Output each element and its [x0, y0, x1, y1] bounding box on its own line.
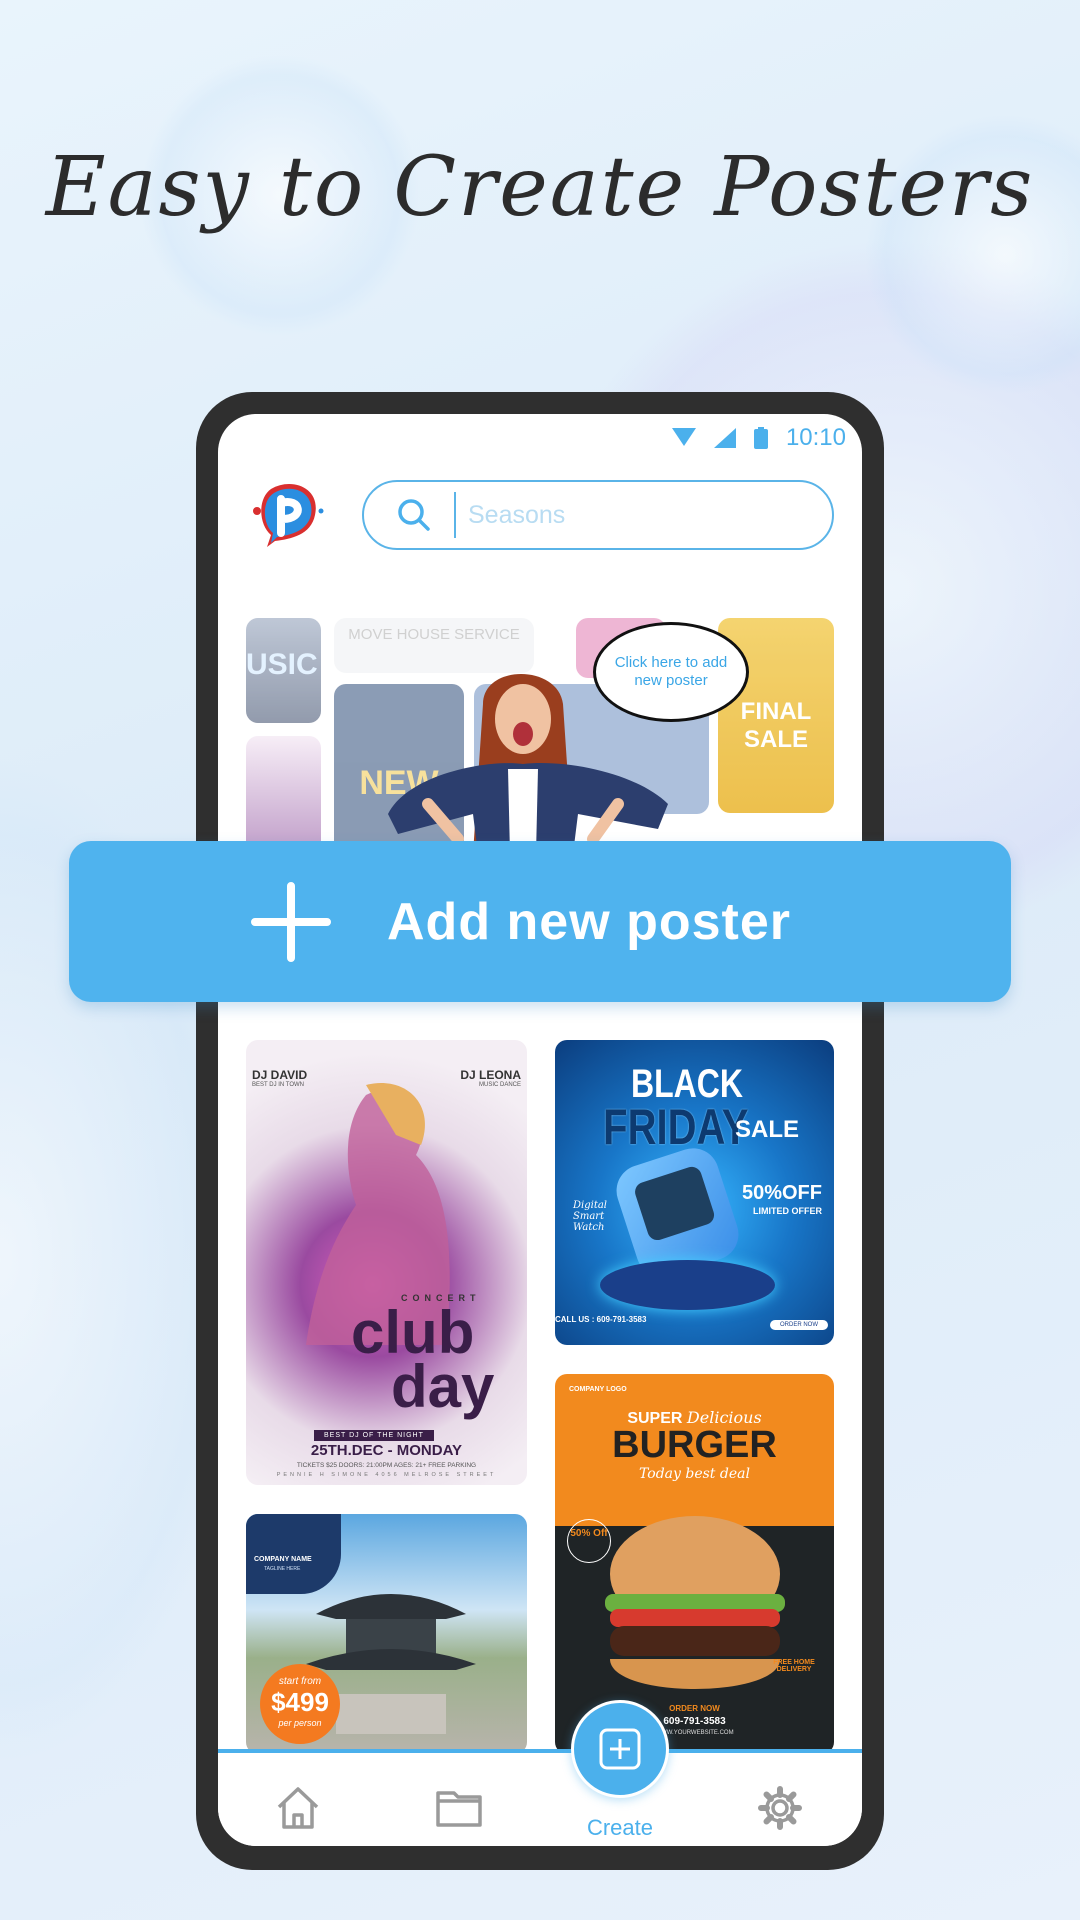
search-input[interactable]	[468, 500, 768, 530]
bf-line3: SALE	[735, 1116, 800, 1143]
bf-offer: LIMITED OFFER	[753, 1206, 822, 1216]
create-fab-button[interactable]	[571, 1700, 669, 1798]
plus-icon	[251, 881, 331, 962]
burger-badge: 50% Off	[567, 1519, 611, 1563]
headline: Easy to Create Posters	[45, 140, 1035, 235]
bf-discount: 50%OFF	[741, 1182, 822, 1204]
search-icon[interactable]	[396, 497, 432, 533]
club-date: 25TH.DEC - MONDAY	[310, 1442, 463, 1459]
travel-per: per person	[278, 1718, 322, 1728]
travel-price: $499	[271, 1687, 329, 1717]
bf-order-button: ORDER NOW	[770, 1320, 828, 1330]
bf-phone: CALL US : 609-791-3583	[555, 1315, 647, 1324]
burger-title: BURGER	[612, 1424, 777, 1466]
travel-brand-block	[246, 1514, 341, 1594]
burger-logo: COMPANY LOGO	[569, 1386, 627, 1393]
poster-burger[interactable]: COMPANY LOGO SUPER Delicious BURGER Toda…	[555, 1374, 834, 1754]
travel-company: COMPANY NAME	[254, 1556, 312, 1563]
bf-podium	[600, 1260, 775, 1310]
search-divider	[454, 492, 456, 538]
club-info: TICKETS $25 DOORS: 21:00PM AGES: 21+ FRE…	[296, 1462, 477, 1469]
battery-icon	[753, 427, 768, 449]
app-logo[interactable]	[251, 481, 325, 549]
wifi-icon	[671, 428, 696, 446]
club-tag: BEST DJ OF THE NIGHT	[314, 1430, 434, 1441]
travel-tagline: TAGLINE HERE	[264, 1566, 301, 1572]
home-icon[interactable]	[273, 1783, 323, 1833]
bf-line2: FRIDAY	[603, 1099, 749, 1155]
settings-gear-icon[interactable]	[755, 1783, 805, 1833]
add-new-poster-button[interactable]: Add new poster	[69, 841, 1011, 1002]
folder-icon[interactable]	[434, 1783, 484, 1833]
travel-start: start from	[278, 1676, 322, 1687]
burger-delivery: FREE HOME DELIVERY	[773, 1659, 815, 1673]
bottom-nav: Create	[218, 1749, 862, 1846]
poster-club-day[interactable]: DJ DAVID BEST DJ IN TOWN DJ LEONA MUSIC …	[246, 1040, 527, 1485]
poster-black-friday[interactable]: BLACK FRIDAY SALE Digital Smart Watch 50…	[555, 1040, 834, 1345]
collage-tile-club	[246, 736, 321, 850]
phone-frame: 10:10 USIC MOVE HOUSE SERVICE NEW FINAL …	[196, 392, 884, 1870]
speech-bubble: Click here to add new poster	[593, 622, 749, 722]
add-new-poster-label: Add new poster	[387, 892, 792, 951]
add-square-icon	[599, 1728, 641, 1770]
club-address: PENNIE H SIMONE 4056 MELROSE STREET	[276, 1472, 497, 1478]
bf-tagline: Digital Smart Watch	[573, 1200, 607, 1233]
poster-travel[interactable]: COMPANY NAME TAGLINE HERE start from $49…	[246, 1514, 527, 1754]
travel-price-badge: start from $499 per person	[260, 1664, 340, 1744]
club-title-2: day	[391, 1353, 495, 1420]
search-bar[interactable]	[362, 480, 834, 550]
phone-screen: 10:10 USIC MOVE HOUSE SERVICE NEW FINAL …	[218, 414, 862, 1846]
status-time: 10:10	[785, 424, 846, 451]
burger-photo	[605, 1516, 785, 1689]
signal-icon	[713, 428, 736, 448]
collage-tile-music: USIC	[246, 618, 321, 723]
burger-sub: Today best deal	[639, 1466, 750, 1482]
status-bar: 10:10	[671, 424, 846, 452]
create-label[interactable]: Create	[570, 1815, 670, 1841]
